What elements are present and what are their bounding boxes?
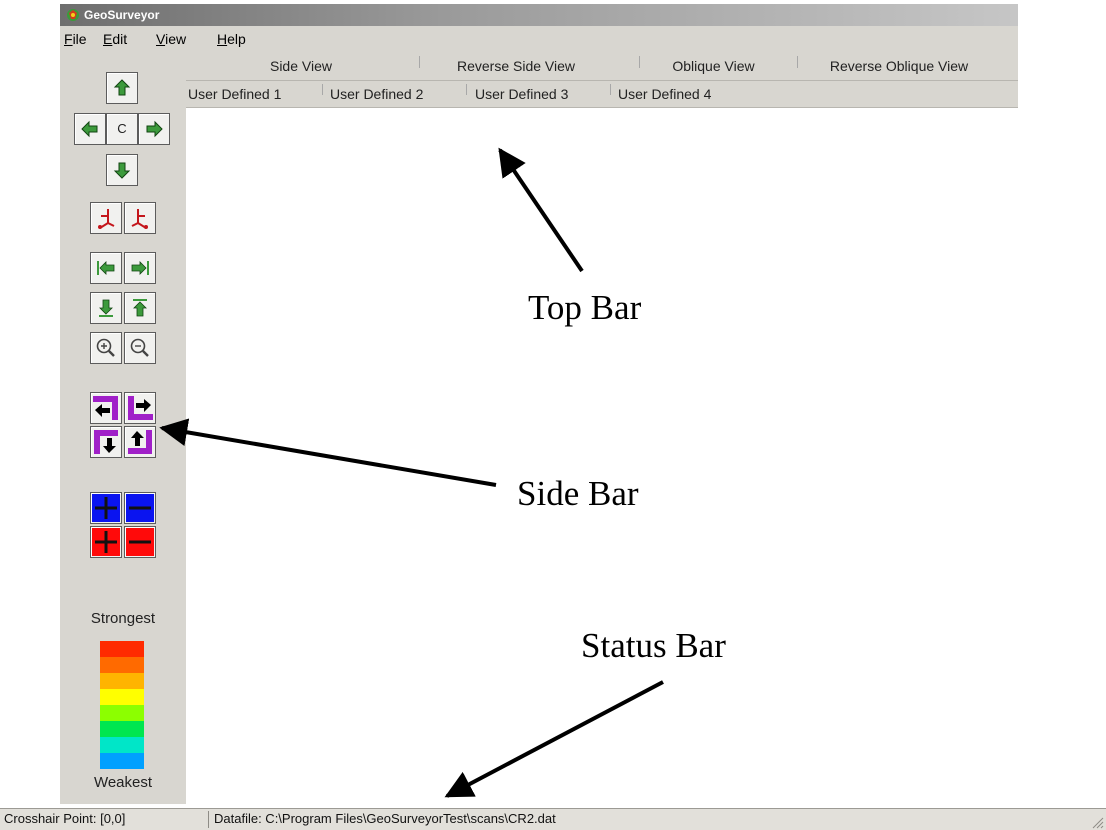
tab-user-defined-4[interactable]: User Defined 4 — [618, 81, 711, 107]
blue-plus-icon — [92, 494, 120, 522]
move-down-button[interactable] — [90, 292, 122, 324]
tab-separator — [610, 84, 611, 95]
menu-file-label: ile — [72, 31, 87, 47]
datafile-path: Datafile: C:\Program Files\GeoSurveyorTe… — [214, 811, 556, 826]
pan-down-button[interactable] — [106, 154, 138, 186]
shift-left-button[interactable] — [90, 392, 122, 424]
menu-view-hotkey: V — [156, 31, 166, 47]
menu-file-hotkey: F — [64, 31, 73, 47]
zoom-in-icon — [96, 338, 115, 357]
tab-reverse-side-view[interactable]: Reverse Side View — [421, 52, 611, 80]
legend-swatch — [100, 721, 144, 737]
last-scan-button[interactable] — [124, 252, 156, 284]
legend-swatch — [100, 657, 144, 673]
rotate-right-button[interactable] — [124, 202, 156, 234]
tab-separator — [419, 56, 420, 68]
tab-user-defined-3[interactable]: User Defined 3 — [475, 81, 568, 107]
status-bar-annotation: Status Bar — [581, 626, 726, 665]
shift-down-icon — [94, 430, 118, 454]
last-scan-icon — [131, 261, 149, 275]
first-scan-icon — [97, 261, 115, 275]
legend-strongest-label: Strongest — [90, 610, 156, 627]
resize-grip-icon[interactable] — [1090, 815, 1104, 829]
side-bar: C Strongest Weakest — [60, 52, 186, 804]
center-button[interactable]: C — [106, 113, 138, 145]
top-bar-annotation: Top Bar — [528, 288, 642, 327]
menu-help-hotkey: H — [217, 31, 228, 47]
intensity-legend — [100, 641, 144, 769]
menu-bar: File Edit View Help — [60, 26, 1018, 53]
menu-view[interactable]: View — [156, 26, 186, 52]
shift-right-button[interactable] — [124, 392, 156, 424]
red-plus-icon — [92, 528, 120, 556]
crosshair-readout: Crosshair Point: [0,0] — [4, 811, 126, 826]
menu-help[interactable]: Help — [217, 26, 246, 52]
menu-file[interactable]: File — [64, 26, 87, 52]
pan-right-button[interactable] — [138, 113, 170, 145]
tab-separator — [639, 56, 640, 68]
tab-separator — [797, 56, 798, 68]
menu-view-label: iew — [165, 31, 187, 47]
status-bar: Crosshair Point: [0,0] Datafile: C:\Prog… — [0, 808, 1106, 830]
view-area[interactable]: Side View Reverse Side View Oblique View… — [186, 52, 1018, 804]
app-logo-icon — [67, 9, 79, 21]
left-arrow-icon — [81, 120, 98, 138]
up-arrow-icon — [113, 79, 131, 96]
legend-swatch — [100, 689, 144, 705]
shift-up-button[interactable] — [124, 426, 156, 458]
tab-separator — [466, 84, 467, 95]
pan-left-button[interactable] — [74, 113, 106, 145]
legend-swatch — [100, 673, 144, 689]
legend-swatch — [100, 753, 144, 769]
shift-right-icon — [128, 396, 153, 420]
legend-swatch — [100, 737, 144, 753]
zoom-out-button[interactable] — [124, 332, 156, 364]
rotate-right-icon — [131, 209, 148, 229]
shift-left-icon — [93, 396, 118, 420]
title-bar[interactable]: GeoSurveyor — [60, 4, 1018, 26]
zoom-out-icon — [130, 338, 149, 357]
shift-up-icon — [128, 430, 152, 454]
blue-minus-button[interactable] — [124, 492, 156, 524]
tab-user-defined-1[interactable]: User Defined 1 — [188, 81, 281, 107]
user-tab-bar: User Defined 1 User Defined 2 User Defin… — [186, 81, 1018, 108]
legend-swatch — [100, 705, 144, 721]
status-divider — [208, 811, 209, 828]
tab-oblique-view[interactable]: Oblique View — [641, 52, 786, 80]
zoom-in-button[interactable] — [90, 332, 122, 364]
view-tab-bar: Side View Reverse Side View Oblique View… — [186, 52, 1018, 81]
first-scan-button[interactable] — [90, 252, 122, 284]
shift-down-button[interactable] — [90, 426, 122, 458]
side-bar-annotation: Side Bar — [517, 474, 639, 513]
rotate-left-icon — [98, 209, 115, 229]
tab-side-view[interactable]: Side View — [186, 52, 416, 80]
menu-help-label: elp — [227, 31, 246, 47]
window-title: GeoSurveyor — [84, 8, 160, 22]
move-up-button[interactable] — [124, 292, 156, 324]
right-arrow-icon — [146, 120, 163, 138]
red-minus-icon — [126, 528, 154, 556]
down-arrow-icon — [113, 162, 131, 179]
move-up-icon — [133, 299, 147, 317]
menu-edit-hotkey: E — [103, 31, 113, 47]
red-minus-button[interactable] — [124, 526, 156, 558]
blue-plus-button[interactable] — [90, 492, 122, 524]
legend-swatch — [100, 641, 144, 657]
pan-up-button[interactable] — [106, 72, 138, 104]
red-plus-button[interactable] — [90, 526, 122, 558]
tab-separator — [322, 84, 323, 95]
app-window: GeoSurveyor File Edit View Help C Strong… — [60, 4, 1018, 804]
tab-user-defined-2[interactable]: User Defined 2 — [330, 81, 423, 107]
menu-edit-label: dit — [112, 31, 128, 47]
move-down-icon — [99, 299, 113, 317]
blue-minus-icon — [126, 494, 154, 522]
tab-reverse-oblique-view[interactable]: Reverse Oblique View — [799, 52, 999, 80]
rotate-left-button[interactable] — [90, 202, 122, 234]
legend-weakest-label: Weakest — [93, 774, 153, 791]
menu-edit[interactable]: Edit — [103, 26, 127, 52]
